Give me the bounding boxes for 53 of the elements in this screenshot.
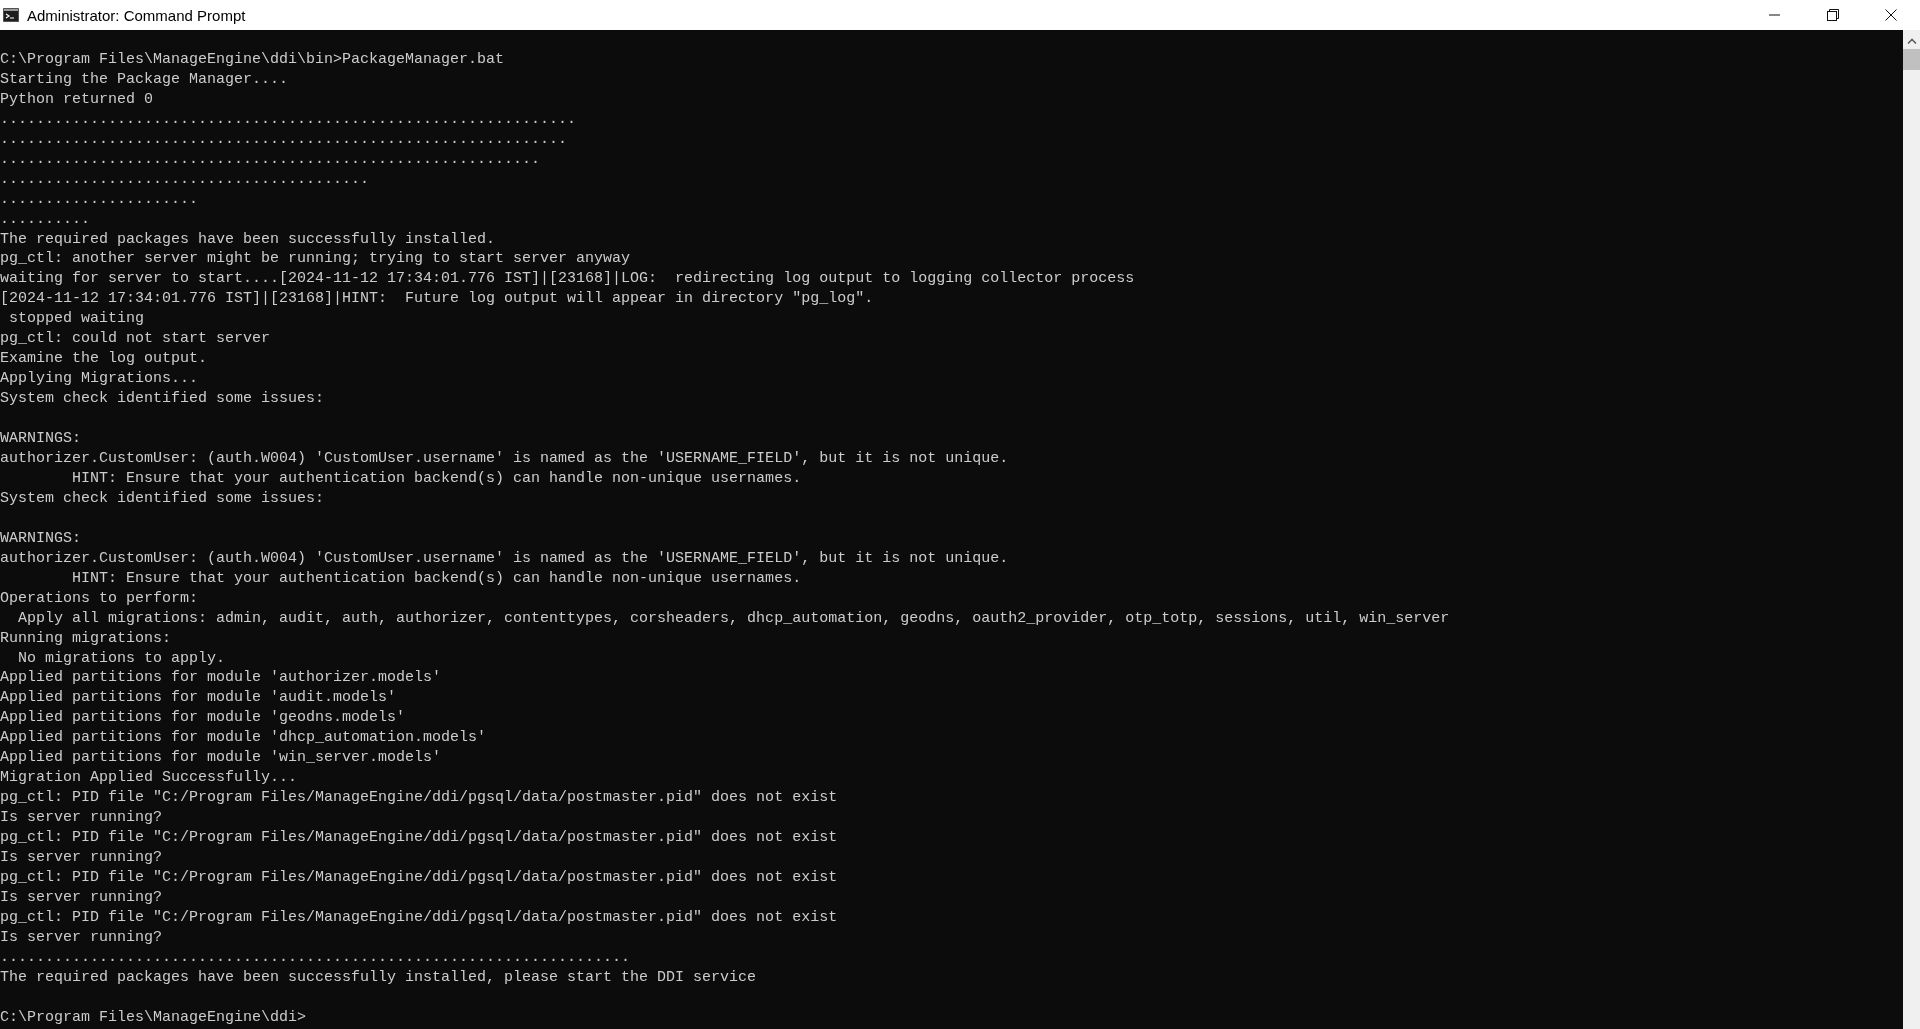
console-line: pg_ctl: PID file "C:/Program Files/ManageEngine/ddi/pgsql/data/postmaster.pid" does not exist bbox=[0, 788, 838, 809]
console-line: WARNINGS: bbox=[0, 528, 81, 549]
console-line: ...................................................................... bbox=[0, 947, 631, 968]
console-line: pg_ctl: PID file "C:/Program Files/ManageEngine/ddi/pgsql/data/postmaster.pid" does not exist bbox=[0, 828, 838, 849]
console-line: HINT: Ensure that your authentication backend(s) can handle non-unique usernames. bbox=[71, 468, 802, 489]
console-line: waiting for server to start....[2024-11-12 17:34:01.776 IST]|[23168]|LOG: redirecting log output to logging collector process bbox=[0, 269, 1135, 290]
console-line: pg_ctl: could not start server bbox=[0, 329, 271, 350]
console-line: Is server running? bbox=[0, 927, 163, 948]
console-line: ............................................................... bbox=[0, 129, 568, 150]
console-line: Is server running? bbox=[0, 808, 163, 829]
window-title: Administrator: Command Prompt bbox=[27, 6, 246, 24]
console-line: ...................... bbox=[0, 189, 199, 210]
console-line: Applied partitions for module 'audit.models' bbox=[0, 688, 397, 709]
console-line: The required packages have been successfully installed, please start the DDI service bbox=[0, 967, 757, 988]
console-line: System check identified some issues: bbox=[0, 389, 325, 410]
console-line: ................................................................ bbox=[0, 109, 577, 130]
console-line: System check identified some issues: bbox=[0, 488, 325, 509]
console-line: pg_ctl: PID file "C:/Program Files/ManageEngine/ddi/pgsql/data/postmaster.pid" does not exist bbox=[0, 868, 838, 888]
console-line: Applied partitions for module 'win_server.models' bbox=[0, 748, 442, 769]
console-line: authorizer.CustomUser: (auth.W004) 'CustomUser.username' is named as the 'USERNAME_FIELD', but it is not unique. bbox=[0, 548, 1009, 569]
console-line: .......... bbox=[0, 209, 90, 230]
console-line: Applied partitions for module 'authorizer.models' bbox=[0, 668, 442, 689]
console-line: C:\Program Files\ManageEngine\ddi\bin>PackageManager.bat bbox=[0, 49, 505, 70]
console-line: Running migrations: bbox=[0, 628, 172, 649]
console-line: pg_ctl: another server might be running; trying to start server anyway bbox=[0, 249, 631, 270]
console-line: HINT: Ensure that your authentication backend(s) can handle non-unique usernames. bbox=[71, 568, 802, 589]
console-line: Examine the log output. bbox=[0, 349, 208, 370]
console-line: [2024-11-12 17:34:01.776 IST]|[23168]|HINT: Future log output will appear in directory "pg_log". bbox=[0, 289, 874, 310]
console-line: ......................................... bbox=[0, 169, 370, 190]
close-icon[interactable] bbox=[1885, 9, 1897, 21]
console-line: stopped waiting bbox=[8, 309, 145, 330]
scrollbar-thumb[interactable] bbox=[1903, 49, 1920, 70]
console-line: Python returned 0 bbox=[0, 89, 154, 110]
console-line: Operations to perform: bbox=[0, 588, 199, 609]
terminal-icon bbox=[3, 8, 19, 22]
scroll-up-icon[interactable] bbox=[1906, 38, 1917, 44]
console-line: pg_ctl: PID file "C:/Program Files/ManageEngine/ddi/pgsql/data/postmaster.pid" does not exist bbox=[0, 907, 838, 928]
console-line: Starting the Package Manager.... bbox=[0, 69, 289, 90]
console-line: Apply all migrations: admin, audit, auth, authorizer, contenttypes, corsheaders, dhcp_automation, geodns, oauth2_provider, otp_totp, sessions, util, win_server bbox=[17, 608, 1450, 629]
console-line: Applied partitions for module 'geodns.models' bbox=[0, 708, 406, 729]
console-line: Is server running? bbox=[0, 848, 163, 868]
restore-icon[interactable] bbox=[1827, 9, 1839, 21]
console-line: Is server running? bbox=[0, 887, 163, 908]
console-line: No migrations to apply. bbox=[17, 648, 226, 669]
console-line: ............................................................ bbox=[0, 149, 541, 170]
console-line: authorizer.CustomUser: (auth.W004) 'CustomUser.username' is named as the 'USERNAME_FIELD', but it is not unique. bbox=[0, 449, 1009, 469]
console-line: Applying Migrations... bbox=[0, 369, 199, 390]
console-line: The required packages have been successfully installed. bbox=[0, 229, 496, 250]
console-line: Applied partitions for module 'dhcp_automation.models' bbox=[0, 728, 487, 749]
console-line: WARNINGS: bbox=[0, 429, 81, 449]
scrollbar[interactable] bbox=[1903, 30, 1920, 1029]
console-line: C:\Program Files\ManageEngine\ddi> bbox=[0, 1007, 307, 1028]
console-line: Migration Applied Successfully... bbox=[0, 768, 298, 789]
